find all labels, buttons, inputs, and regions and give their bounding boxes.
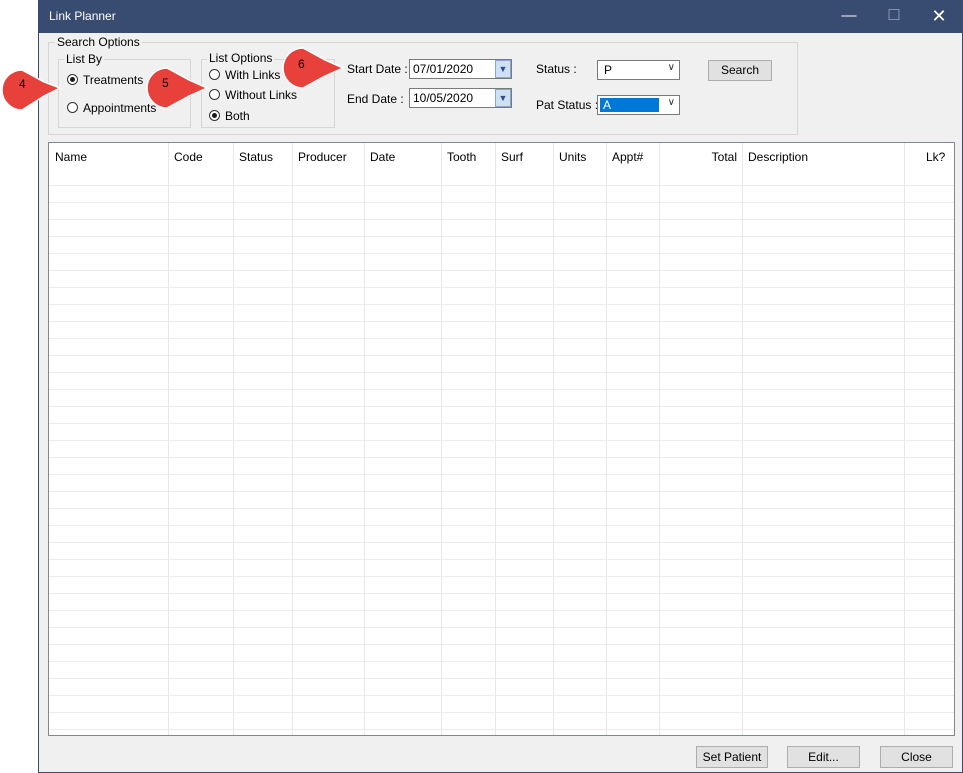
close-button[interactable]: Close [880, 746, 953, 768]
set-patient-button[interactable]: Set Patient [696, 746, 768, 768]
start-date-label: Start Date : [347, 62, 408, 76]
grid-row-line [49, 508, 954, 509]
callout-4-number: 4 [19, 77, 26, 91]
close-window-button[interactable]: ✕ [916, 0, 962, 33]
grid-row-line [49, 627, 954, 628]
pat-status-value: A [600, 98, 659, 112]
minimize-button[interactable]: — [826, 0, 872, 33]
grid-row-line [49, 372, 954, 373]
without-links-label: Without Links [225, 88, 298, 102]
column-header-description[interactable]: Description [748, 150, 808, 164]
start-date-value: 07/01/2020 [413, 62, 474, 76]
grid-row-line [49, 525, 954, 526]
grid-row-line [49, 576, 954, 577]
both-label: Both [225, 109, 250, 123]
treatments-label: Treatments [83, 73, 144, 87]
grid-row-line [49, 406, 954, 407]
maximize-button[interactable]: ☐ [871, 0, 917, 33]
grid-row-line [49, 355, 954, 356]
grid-row-line [49, 389, 954, 390]
window-title: Link Planner [49, 9, 116, 23]
grid-row-line [49, 610, 954, 611]
search-options-label: Search Options [55, 35, 142, 49]
chevron-down-icon: ∨ [667, 97, 675, 108]
both-radio[interactable] [209, 110, 220, 121]
column-header-total[interactable]: Total [712, 150, 737, 164]
grid-row-line [49, 695, 954, 696]
status-select[interactable]: P ∨ [597, 60, 680, 80]
callout-6-number: 6 [298, 57, 305, 71]
grid-row-line [49, 491, 954, 492]
callout-5-number: 5 [162, 76, 169, 90]
column-header-code[interactable]: Code [174, 150, 203, 164]
grid-row-line [49, 321, 954, 322]
callout-4 [1, 69, 62, 111]
grid-row-line [49, 593, 954, 594]
column-header-surf[interactable]: Surf [501, 150, 523, 164]
appointments-radio[interactable] [67, 102, 78, 113]
end-date-calendar-icon[interactable]: ▼ [495, 89, 511, 107]
column-header-units[interactable]: Units [559, 150, 586, 164]
callout-6 [282, 47, 345, 89]
pat-status-label: Pat Status : [536, 98, 599, 112]
grid-row-line [49, 661, 954, 662]
search-button[interactable]: Search [708, 60, 772, 81]
column-header-tooth[interactable]: Tooth [447, 150, 476, 164]
grid-row-line [49, 457, 954, 458]
grid-row-line [49, 474, 954, 475]
grid-row-line [49, 678, 954, 679]
callout-5 [146, 67, 209, 109]
chevron-down-icon: ∨ [667, 62, 675, 73]
column-header-lk[interactable]: Lk? [926, 150, 945, 164]
end-date-label: End Date : [347, 92, 404, 106]
column-header-status[interactable]: Status [239, 150, 273, 164]
column-header-appt[interactable]: Appt# [612, 150, 643, 164]
status-label: Status : [536, 62, 577, 76]
grid-row-line [49, 270, 954, 271]
pat-status-select[interactable]: A ∨ [597, 95, 680, 115]
edit-button[interactable]: Edit... [787, 746, 860, 768]
grid-row-line [49, 559, 954, 560]
treatments-radio[interactable] [67, 74, 78, 85]
grid-row-line [49, 304, 954, 305]
grid-row-line [49, 202, 954, 203]
column-header-date[interactable]: Date [370, 150, 395, 164]
title-bar[interactable] [38, 0, 963, 33]
column-header-producer[interactable]: Producer [298, 150, 347, 164]
with-links-radio[interactable] [209, 69, 220, 80]
grid-row-line [49, 644, 954, 645]
grid-row-line [49, 712, 954, 713]
grid-row-line [49, 542, 954, 543]
grid-row-line [49, 287, 954, 288]
end-date-value: 10/05/2020 [413, 91, 474, 105]
grid-row-line [49, 440, 954, 441]
grid-row-line [49, 236, 954, 237]
results-grid[interactable]: Name Code Status Producer Date Tooth Sur… [48, 142, 955, 736]
list-options-label: List Options [207, 51, 275, 65]
column-header-name[interactable]: Name [55, 150, 87, 164]
grid-row-line [49, 253, 954, 254]
with-links-label: With Links [225, 68, 281, 82]
grid-row-line [49, 185, 954, 186]
grid-row-line [49, 729, 954, 730]
grid-row-line [49, 338, 954, 339]
grid-row-line [49, 423, 954, 424]
start-date-calendar-icon[interactable]: ▼ [495, 60, 511, 78]
grid-row-line [49, 219, 954, 220]
list-by-label: List By [64, 52, 105, 66]
without-links-radio[interactable] [209, 89, 220, 100]
status-value: P [604, 63, 613, 77]
